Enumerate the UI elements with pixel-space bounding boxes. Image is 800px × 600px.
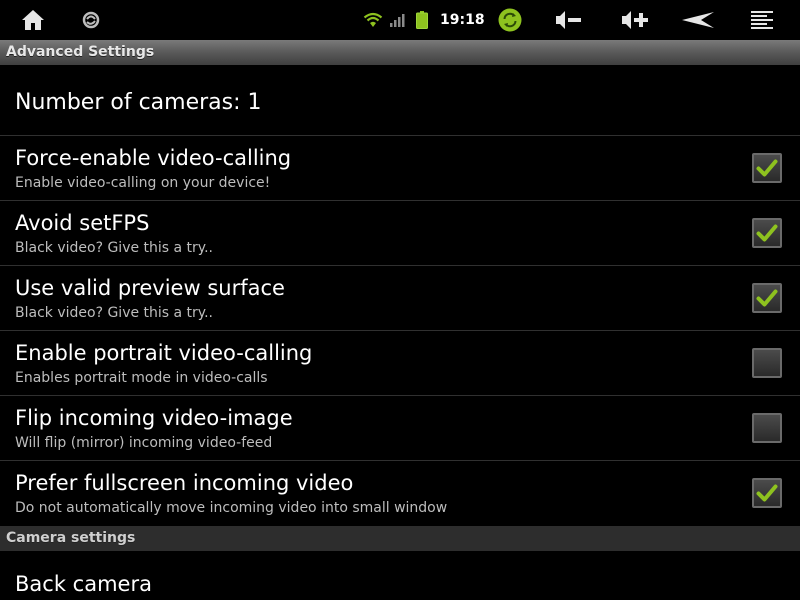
page-title: Advanced Settings [0,40,800,65]
pref-title: Use valid preview surface [15,276,285,300]
pref-flip-incoming-video-image[interactable]: Flip incoming video-image Will flip (mir… [0,396,800,461]
status-bar: 19:18 [0,0,800,40]
pref-use-valid-preview-surface[interactable]: Use valid preview surface Black video? G… [0,266,800,331]
checkbox[interactable] [752,153,782,183]
pref-title: Back camera [15,572,152,596]
pref-force-enable-video-calling[interactable]: Force-enable video-calling Enable video-… [0,136,800,201]
pref-summary: Will flip (mirror) incoming video-feed [15,435,273,451]
checkmark-icon [756,224,778,242]
pref-summary: Black video? Give this a try.. [15,305,213,321]
clock: 19:18 [440,12,485,28]
checkbox[interactable] [752,413,782,443]
home-icon[interactable] [18,0,48,40]
checkbox[interactable] [752,478,782,508]
checkmark-icon [756,484,778,502]
pref-summary: Enables portrait mode in video-calls [15,370,268,386]
checkmark-icon [756,159,778,177]
pref-summary: Enable video-calling on your device! [15,175,271,191]
pref-title: Prefer fullscreen incoming video [15,471,354,495]
pref-title: Avoid setFPS [15,211,150,235]
cameras-count-label: Number of cameras: 1 [15,90,262,115]
app-notification-icon[interactable] [78,0,104,40]
pref-avoid-setfps[interactable]: Avoid setFPS Black video? Give this a tr… [0,201,800,266]
pref-title: Flip incoming video-image [15,406,293,430]
category-camera-settings: Camera settings [0,526,800,551]
back-icon[interactable] [680,0,716,40]
signal-icon [388,0,406,40]
sync-icon[interactable] [496,0,524,40]
pref-summary: Black video? Give this a try.. [15,240,213,256]
cameras-count-item: Number of cameras: 1 [0,65,800,136]
checkbox[interactable] [752,348,782,378]
menu-icon[interactable] [748,0,776,40]
pref-prefer-fullscreen-incoming-video[interactable]: Prefer fullscreen incoming video Do not … [0,461,800,526]
volume-down-icon[interactable] [553,0,583,40]
volume-up-icon[interactable] [619,0,651,40]
checkmark-icon [756,289,778,307]
pref-back-camera[interactable]: Back camera [0,551,800,600]
pref-enable-portrait-video-calling[interactable]: Enable portrait video-calling Enables po… [0,331,800,396]
wifi-icon [362,0,384,40]
pref-title: Force-enable video-calling [15,146,292,170]
pref-summary: Do not automatically move incoming video… [15,500,448,516]
checkbox[interactable] [752,218,782,248]
checkbox[interactable] [752,283,782,313]
battery-icon [414,0,430,40]
pref-title: Enable portrait video-calling [15,341,313,365]
